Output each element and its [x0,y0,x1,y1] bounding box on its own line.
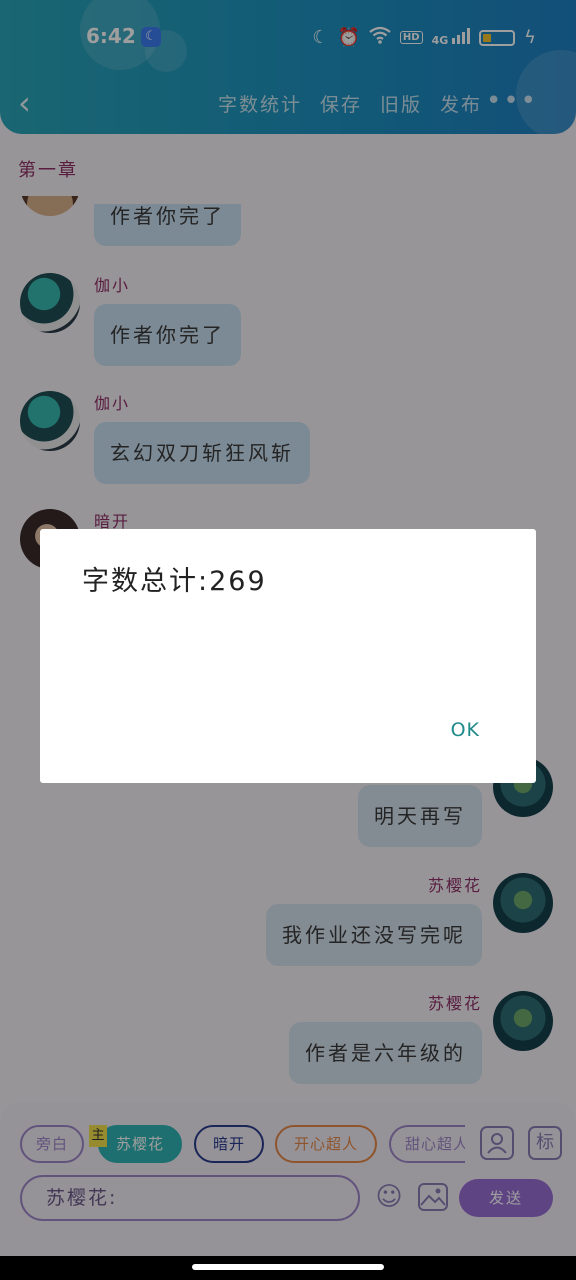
ok-button[interactable]: OK [451,719,480,741]
home-gesture-handle[interactable] [192,1264,384,1270]
dialog-message: 字数总计:269 [82,566,267,597]
word-count-dialog: 字数总计:269 OK [40,529,536,783]
